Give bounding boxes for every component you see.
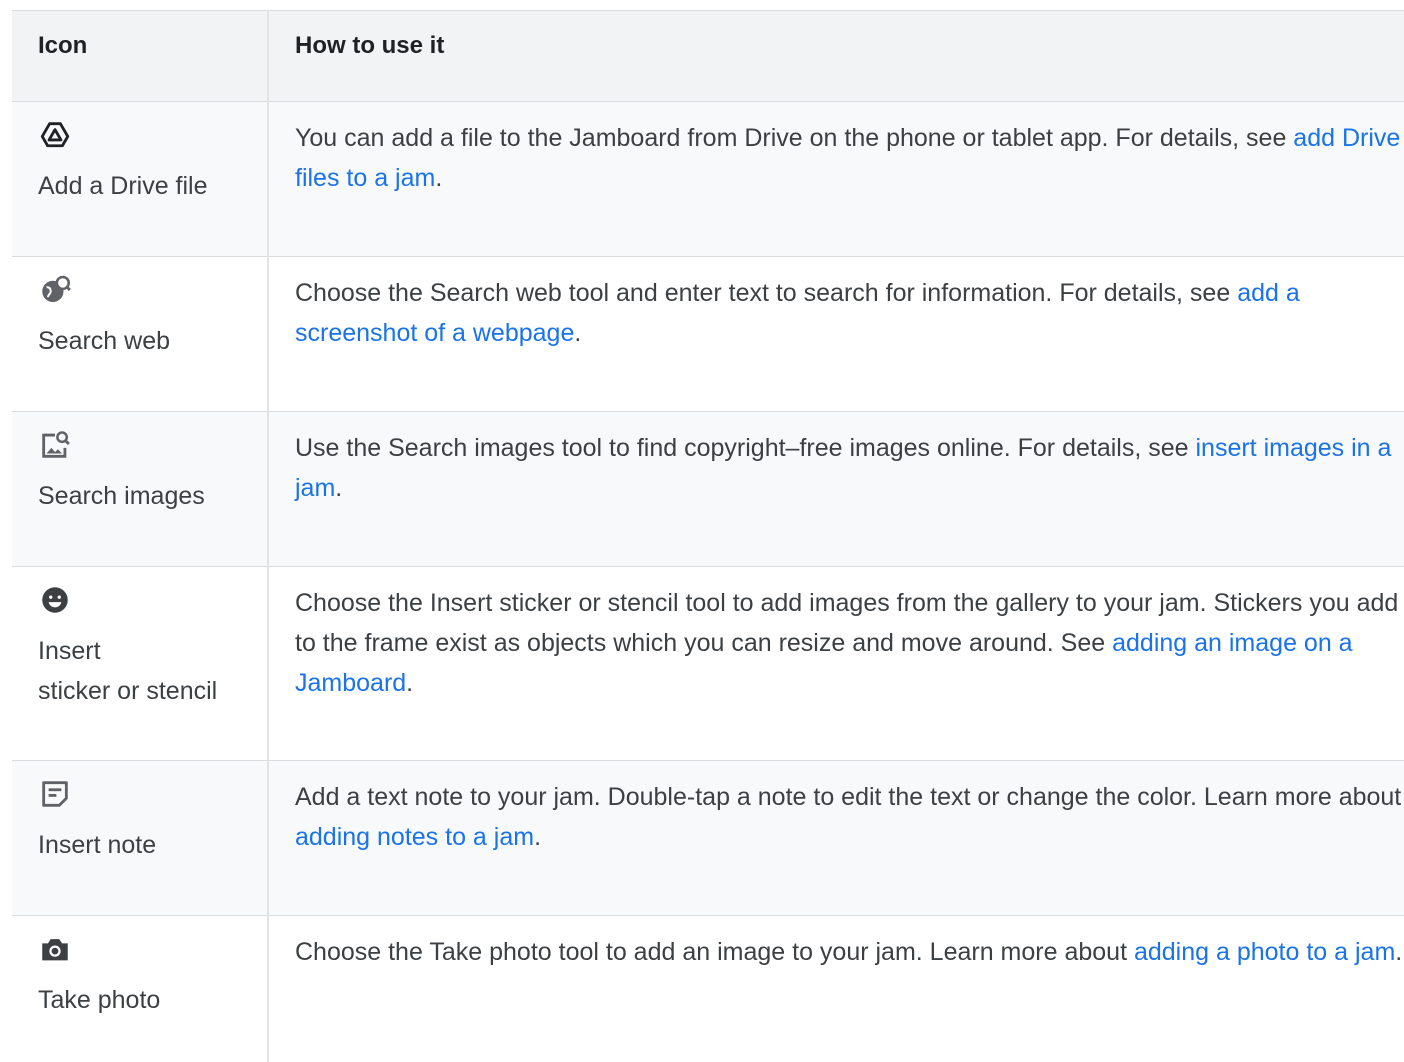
icon-cell: Insert sticker or stencil <box>12 566 269 761</box>
table-row: Add a Drive file You can add a file to t… <box>12 101 1404 257</box>
icon-cell: Search images <box>12 411 269 567</box>
row-label: Take photo <box>38 986 161 1014</box>
description-text: Choose the Take photo tool to add an ima… <box>295 938 1134 966</box>
description-text: Add a text note to your jam. Double-tap … <box>295 783 1402 811</box>
sticker-icon <box>38 583 72 617</box>
table-row: Search images Use the Search images tool… <box>12 411 1404 567</box>
description-end: . <box>335 474 343 502</box>
description-cell: Choose the Search web tool and enter tex… <box>268 256 1404 412</box>
table-header-row: Icon How to use it <box>12 10 1404 102</box>
description-text: You can add a file to the Jamboard from … <box>295 124 1294 152</box>
icon-cell: Add a Drive file <box>12 101 269 257</box>
icon-cell: Take photo <box>12 915 269 1062</box>
help-table-container: Icon How to use it Add a Drive file You … <box>12 10 1404 1062</box>
table-row: Search web Choose the Search web tool an… <box>12 256 1404 412</box>
row-label: Search images <box>38 482 205 510</box>
description-cell: You can add a file to the Jamboard from … <box>268 101 1404 257</box>
search-images-icon <box>38 428 72 462</box>
description-cell: Use the Search images tool to find copyr… <box>268 411 1404 567</box>
description-end: . <box>406 669 414 697</box>
description-end: . <box>1395 938 1403 966</box>
table-row: Insert note Add a text note to your jam.… <box>12 760 1404 916</box>
description-end: . <box>435 164 443 192</box>
description-end: . <box>574 319 582 347</box>
icon-cell: Insert note <box>12 760 269 916</box>
description-text: Choose the Search web tool and enter tex… <box>295 279 1238 307</box>
description-cell: Add a text note to your jam. Double-tap … <box>268 760 1404 916</box>
header-icon: Icon <box>12 10 269 102</box>
table-row: Take photo Choose the Take photo tool to… <box>12 915 1404 1062</box>
header-how-to-use: How to use it <box>268 10 1404 102</box>
description-cell: Choose the Insert sticker or stencil too… <box>268 566 1404 761</box>
camera-icon <box>38 932 72 966</box>
drive-icon <box>38 118 72 152</box>
row-label: Add a Drive file <box>38 172 208 200</box>
icon-cell: Search web <box>12 256 269 412</box>
table-row: Insert sticker or stencil Choose the Ins… <box>12 566 1404 761</box>
link-adding-photo[interactable]: adding a photo to a jam <box>1134 938 1395 966</box>
description-cell: Choose the Take photo tool to add an ima… <box>268 915 1404 1062</box>
description-text: Use the Search images tool to find copyr… <box>295 434 1196 462</box>
search-web-icon <box>38 273 72 307</box>
row-label: Search web <box>38 327 171 355</box>
icon-help-table: Icon How to use it Add a Drive file You … <box>12 10 1404 1062</box>
row-label: Insert sticker or stencil <box>38 637 218 705</box>
link-adding-notes[interactable]: adding notes to a jam <box>295 823 534 851</box>
note-icon <box>38 777 72 811</box>
row-label: Insert note <box>38 831 157 859</box>
description-end: . <box>534 823 542 851</box>
